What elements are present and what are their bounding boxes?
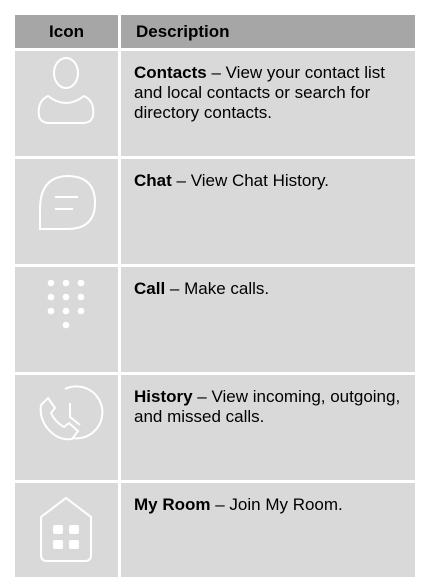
separator: – (210, 495, 230, 514)
feature-description: View Chat History. (190, 171, 329, 190)
description-cell: Chat – View Chat History. (121, 159, 415, 264)
description-cell: My Room – Join My Room. (121, 483, 415, 577)
table-row: Chat – View Chat History. (15, 159, 415, 264)
feature-name: My Room (134, 495, 211, 514)
feature-name: History (134, 387, 193, 406)
table-row: History – View incoming, outgoing, and m… (15, 375, 415, 480)
feature-name: Contacts (134, 63, 207, 82)
description-column-header: Description (121, 15, 415, 48)
phone-clock-icon (39, 385, 104, 441)
feature-name: Chat (134, 171, 172, 190)
person-icon (37, 57, 95, 124)
feature-description: Make calls. (184, 279, 270, 298)
icon-description-table: Icon Description Contacts – View your co… (12, 12, 418, 580)
description-cell: Call – Make calls. (121, 267, 415, 372)
table-header-row: Icon Description (15, 15, 415, 48)
room-house-icon (40, 496, 92, 562)
separator: – (192, 387, 212, 406)
description-cell: Contacts – View your contact list and lo… (121, 51, 415, 156)
separator: – (206, 63, 226, 82)
separator: – (165, 279, 185, 298)
separator: – (171, 171, 191, 190)
description-cell: History – View incoming, outgoing, and m… (121, 375, 415, 480)
table-row: My Room – Join My Room. (15, 483, 415, 577)
feature-name: Call (134, 279, 166, 298)
chat-bubble-icon (38, 174, 97, 230)
icon-column-header: Icon (15, 15, 118, 48)
table-row: Call – Make calls. (15, 267, 415, 372)
feature-description: Join My Room. (229, 495, 343, 514)
table-row: Contacts – View your contact list and lo… (15, 51, 415, 156)
dialpad-icon (47, 279, 85, 329)
